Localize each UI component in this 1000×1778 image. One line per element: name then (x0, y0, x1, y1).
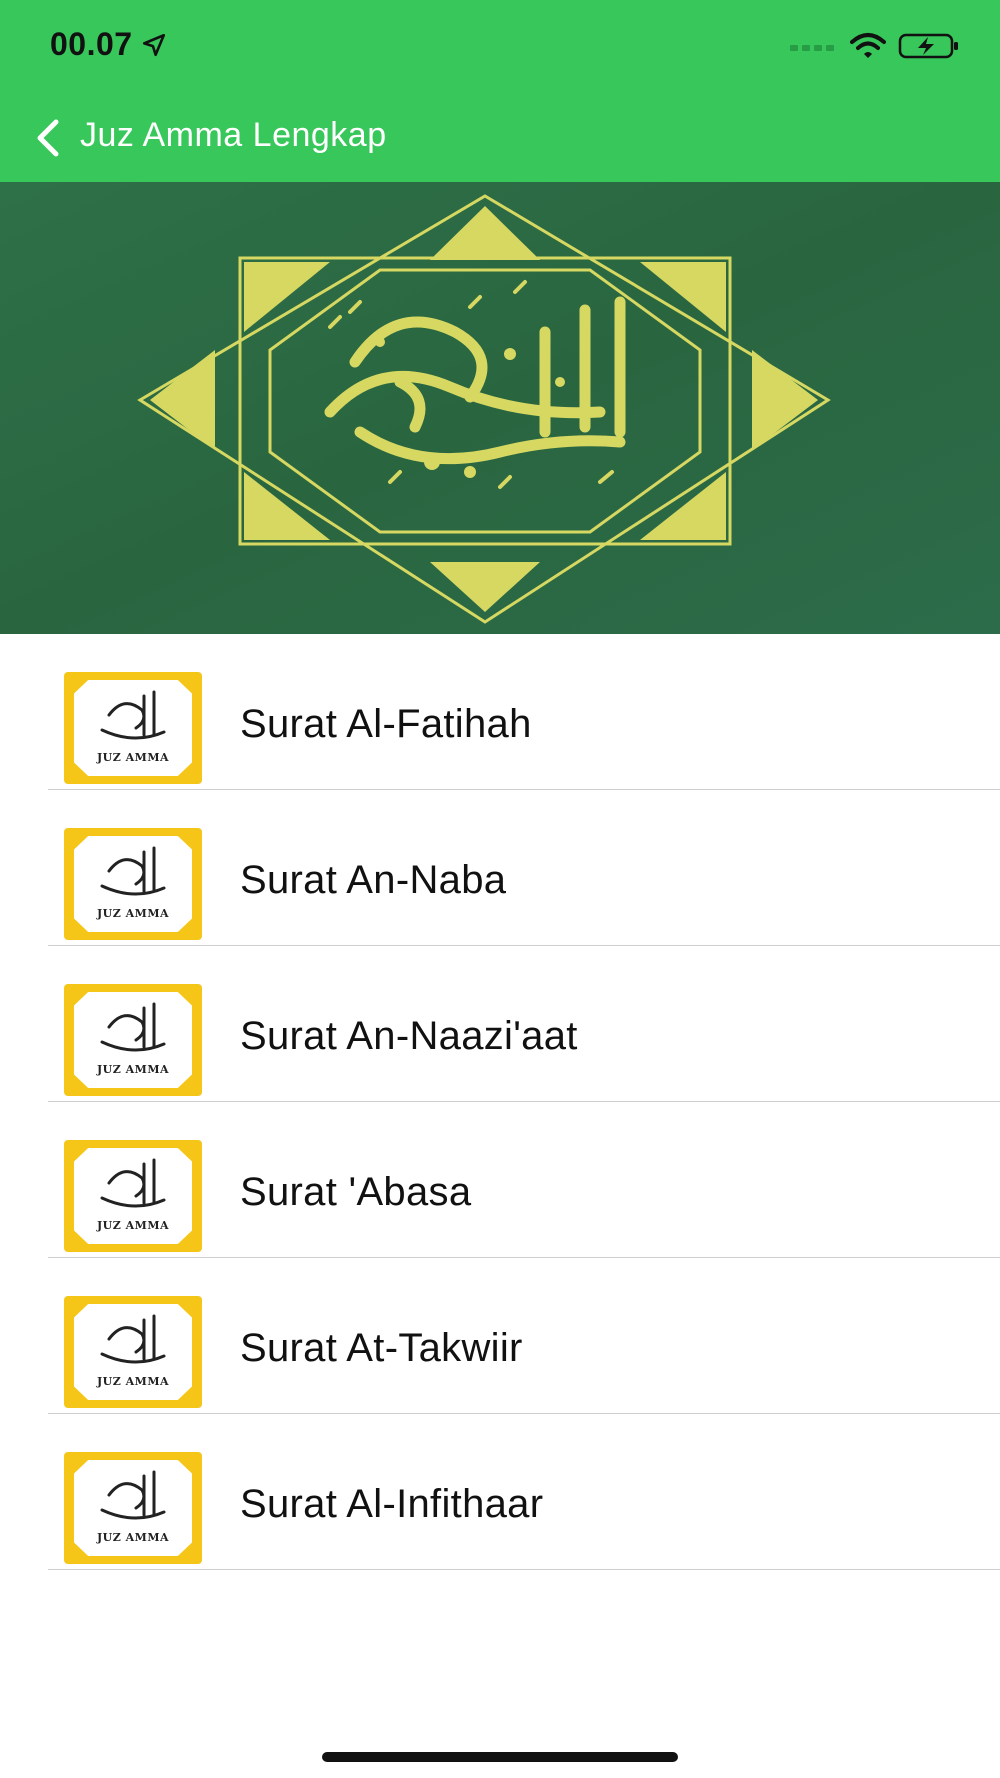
wifi-icon (850, 33, 886, 58)
thumbnail-caption: JUZ AMMA (96, 1375, 170, 1388)
quran-banner-image (0, 182, 1000, 634)
al-quran-ornament-icon (0, 182, 1000, 634)
list-divider (48, 1568, 1000, 1570)
surah-label: Surat An-Naazi'aat (240, 1014, 578, 1058)
quran-calligraphy-icon (100, 690, 166, 740)
list-item[interactable]: JUZ AMMA Surat At-Takwiir (0, 1258, 1000, 1414)
quran-calligraphy-icon (100, 846, 166, 896)
location-arrow-icon (142, 33, 165, 56)
app-header: 00.07 Juz Amma Lengkap (0, 0, 1000, 182)
back-button[interactable] (28, 112, 68, 164)
quran-calligraphy-icon (100, 1314, 166, 1364)
list-item[interactable]: JUZ AMMA Surat 'Abasa (0, 1102, 1000, 1258)
juz-amma-thumbnail: JUZ AMMA (64, 1296, 202, 1408)
chevron-left-icon (37, 119, 59, 157)
surah-label: Surat An-Naba (240, 858, 507, 902)
juz-amma-thumbnail: JUZ AMMA (64, 984, 202, 1096)
thumbnail-caption: JUZ AMMA (96, 751, 170, 764)
thumbnail-caption: JUZ AMMA (96, 907, 170, 920)
status-time-text: 00.07 (50, 26, 133, 62)
surah-label: Surat Al-Infithaar (240, 1482, 544, 1526)
surah-label: Surat Al-Fatihah (240, 702, 532, 746)
battery-charging-icon (898, 33, 958, 59)
page-title: Juz Amma Lengkap (80, 116, 387, 154)
status-bar-icons (790, 32, 960, 60)
surah-label: Surat At-Takwiir (240, 1326, 523, 1370)
thumbnail-caption: JUZ AMMA (96, 1531, 170, 1544)
status-bar-time: 00.07 (50, 26, 167, 63)
surah-list: JUZ AMMA Surat Al-Fatihah JUZ AMMA Surat… (0, 634, 1000, 1570)
quran-calligraphy-icon (100, 1002, 166, 1052)
list-item[interactable]: JUZ AMMA Surat An-Naazi'aat (0, 946, 1000, 1102)
thumbnail-caption: JUZ AMMA (96, 1219, 170, 1232)
juz-amma-thumbnail: JUZ AMMA (64, 672, 202, 784)
quran-calligraphy-icon (100, 1158, 166, 1208)
thumbnail-caption: JUZ AMMA (96, 1063, 170, 1076)
juz-amma-thumbnail: JUZ AMMA (64, 1140, 202, 1252)
signal-icon (790, 45, 834, 51)
quran-calligraphy-icon (100, 1470, 166, 1520)
list-item[interactable]: JUZ AMMA Surat Al-Infithaar (0, 1414, 1000, 1570)
home-indicator[interactable] (322, 1752, 678, 1762)
list-item[interactable]: JUZ AMMA Surat An-Naba (0, 790, 1000, 946)
list-item[interactable]: JUZ AMMA Surat Al-Fatihah (0, 634, 1000, 790)
juz-amma-thumbnail: JUZ AMMA (64, 1452, 202, 1564)
juz-amma-thumbnail: JUZ AMMA (64, 828, 202, 940)
surah-label: Surat 'Abasa (240, 1170, 472, 1214)
